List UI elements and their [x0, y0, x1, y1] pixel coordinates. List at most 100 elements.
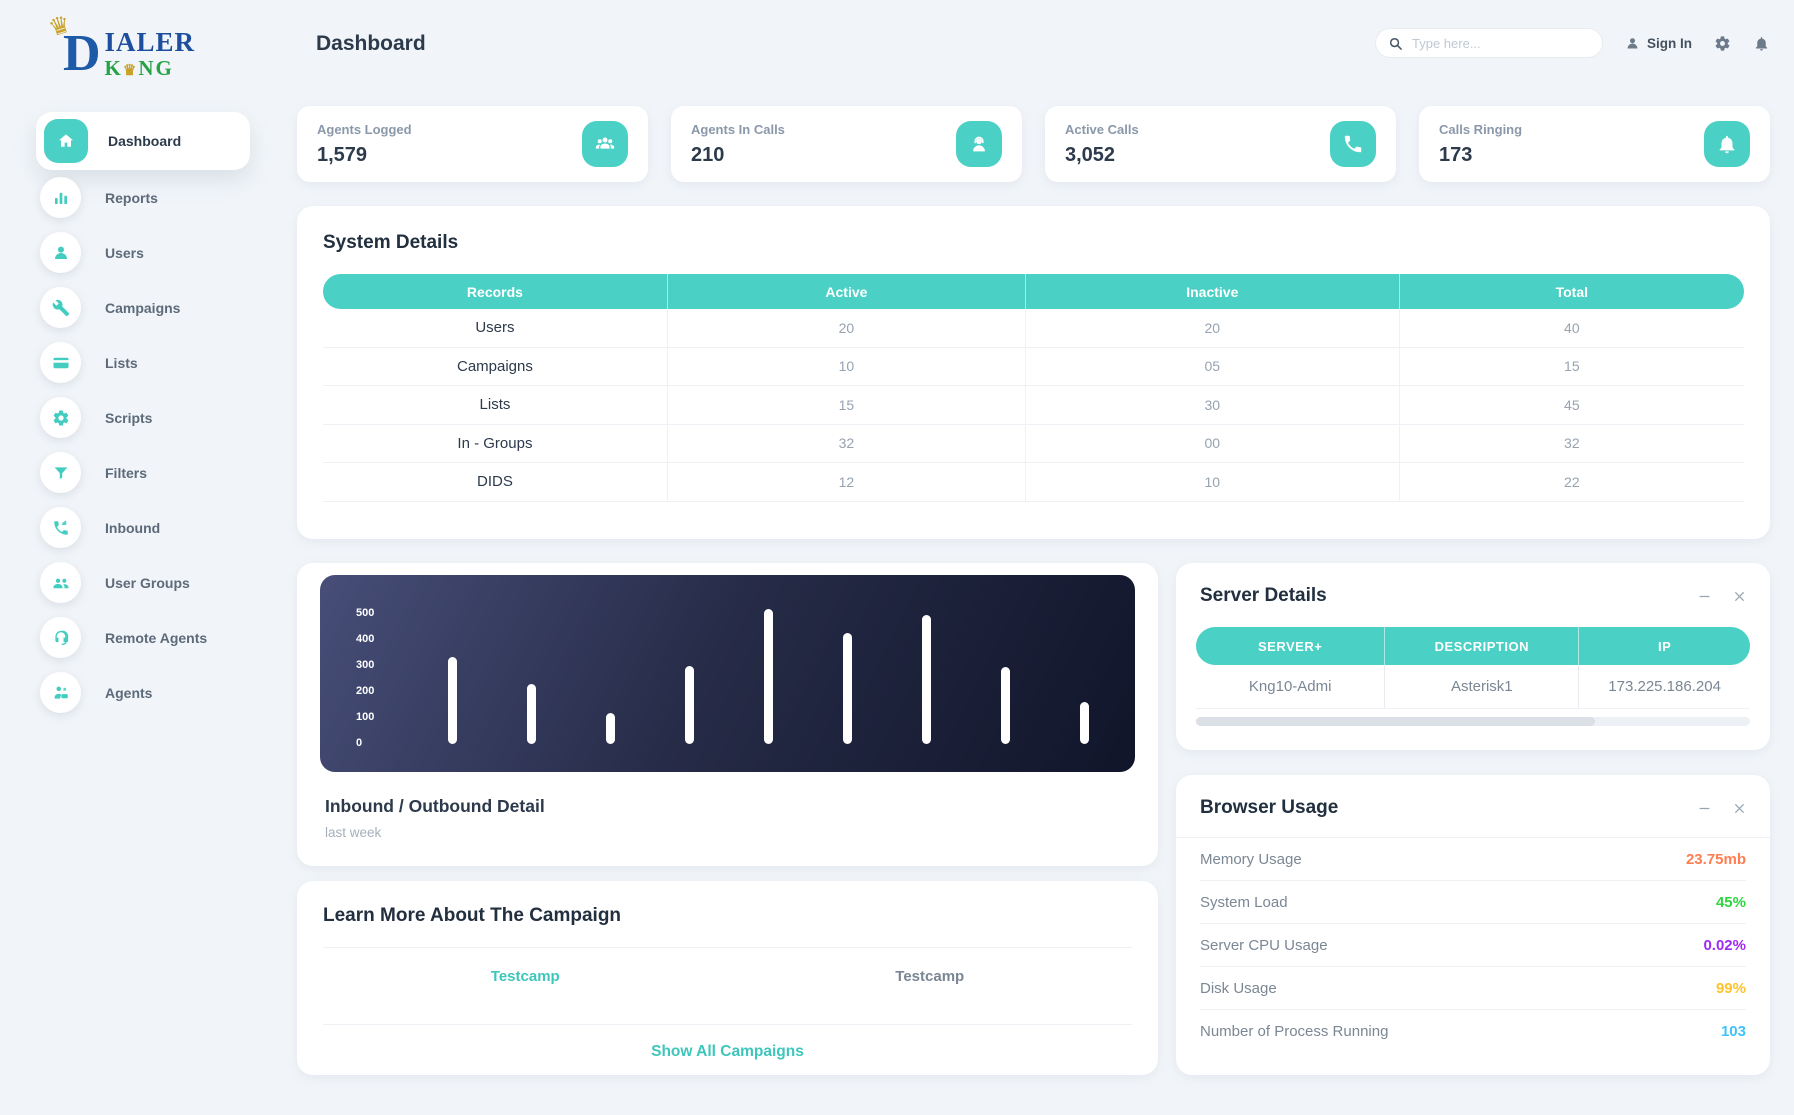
headset-icon [40, 617, 81, 658]
campaign-link[interactable]: Testcamp [323, 968, 728, 985]
column-header: Active [666, 274, 1025, 309]
column-header: SERVER+ [1196, 627, 1385, 665]
metric-label: Server CPU Usage [1200, 936, 1328, 954]
stat-card-calls-ringing: Calls Ringing 173 [1419, 106, 1770, 182]
home-icon [44, 119, 88, 163]
list-item: Number of Process Running 103 [1200, 1010, 1746, 1053]
cell-inactive: 10 [1024, 463, 1399, 501]
user-group-icon [40, 562, 81, 603]
logo-king-text: K♛NG [104, 56, 174, 80]
browser-usage-title: Browser Usage [1200, 797, 1339, 818]
sidebar-item-dashboard[interactable]: Dashboard [36, 112, 250, 170]
cell-ip: 173.225.186.204 [1578, 665, 1750, 708]
stat-value: 1,579 [317, 143, 368, 166]
show-all-campaigns-link[interactable]: Show All Campaigns [323, 1025, 1132, 1079]
table-row: In - Groups 32 00 32 [323, 424, 1744, 463]
server-details-card: Server Details SERVER+ DESCRIPTION IP Kn… [1176, 563, 1770, 750]
table-row: Users 20 20 40 [323, 309, 1744, 348]
metric-value: 99% [1715, 979, 1746, 997]
stat-label: Agents Logged [317, 121, 412, 137]
metric-value: 0.02% [1703, 936, 1746, 954]
notifications-bell-icon[interactable] [1753, 35, 1770, 52]
chart-bar [922, 615, 931, 744]
sidebar-nav: Dashboard Reports Users Campaigns Lists [0, 112, 258, 720]
y-axis-tick: 200 [356, 685, 375, 697]
search-input[interactable] [1412, 35, 1590, 51]
sidebar-item-label: Reports [105, 189, 158, 206]
sidebar-item-inbound[interactable]: Inbound [0, 500, 258, 555]
y-axis-tick: 100 [356, 711, 375, 723]
person-icon [1627, 37, 1638, 48]
column-header: Total [1398, 274, 1744, 309]
sidebar-item-filters[interactable]: Filters [0, 445, 258, 500]
cell-inactive: 20 [1024, 309, 1399, 347]
campaign-link[interactable]: Testcamp [728, 968, 1133, 985]
sidebar-item-label: Campaigns [105, 299, 181, 316]
stat-value: 173 [1439, 143, 1473, 166]
sign-in-button[interactable]: Sign In [1625, 36, 1692, 51]
sidebar-item-label: Inbound [105, 519, 161, 536]
app-logo[interactable]: ♛ D IALER K♛NG [34, 10, 224, 94]
sidebar-item-remote-agents[interactable]: Remote Agents [0, 610, 258, 665]
stat-card-agents-logged: Agents Logged 1,579 [297, 106, 648, 182]
scrollbar-thumb[interactable] [1196, 717, 1595, 726]
user-icon [40, 232, 81, 273]
cell-total: 40 [1398, 309, 1744, 347]
column-header: Records [323, 274, 667, 309]
sidebar-item-lists[interactable]: Lists [0, 335, 258, 390]
gear-code-icon [40, 397, 81, 438]
horizontal-scrollbar[interactable] [1196, 717, 1750, 726]
sidebar-item-reports[interactable]: Reports [0, 170, 258, 225]
list-item: Server CPU Usage 0.02% [1200, 924, 1746, 967]
sidebar-item-agents[interactable]: Agents [0, 665, 258, 720]
cell-active: 15 [666, 386, 1025, 424]
cell-active: 10 [666, 347, 1025, 385]
search-icon [1389, 37, 1402, 50]
y-axis-tick: 0 [356, 737, 363, 749]
sidebar-item-user-groups[interactable]: User Groups [0, 555, 258, 610]
agent-headset-icon [956, 121, 1002, 167]
sidebar-item-campaigns[interactable]: Campaigns [0, 280, 258, 335]
close-icon[interactable] [1733, 802, 1746, 815]
chart-title: Inbound / Outbound Detail [325, 796, 545, 816]
close-icon[interactable] [1733, 590, 1746, 603]
sidebar-item-label: Agents [105, 684, 153, 701]
top-header: Dashboard Sign In [258, 0, 1794, 86]
inbound-outbound-card: 500 400 300 200 100 0 Inbound / Outbound Deta… [297, 563, 1158, 866]
sidebar-item-scripts[interactable]: Scripts [0, 390, 258, 445]
cell-inactive: 05 [1024, 347, 1399, 385]
cell-description: Asterisk1 [1384, 665, 1578, 708]
minimize-icon[interactable] [1698, 802, 1711, 815]
chart-bar [527, 684, 536, 744]
list-item: Disk Usage 99% [1200, 967, 1746, 1010]
column-header: IP [1578, 627, 1750, 665]
chart-bar [606, 713, 615, 744]
stat-label: Agents In Calls [691, 121, 785, 137]
stat-card-active-calls: Active Calls 3,052 [1045, 106, 1396, 182]
chart-bar [448, 657, 457, 744]
cell-record: Users [475, 319, 515, 337]
y-axis-tick: 300 [356, 659, 375, 671]
chart-bar [1001, 667, 1010, 744]
filter-icon [40, 452, 81, 493]
table-row: DIDS 12 10 22 [323, 463, 1744, 502]
cell-server: Kng10-Admi [1248, 678, 1332, 695]
browser-usage-list: Memory Usage 23.75mb System Load 45% Ser… [1176, 838, 1770, 1053]
search-box [1375, 28, 1603, 58]
metric-label: Memory Usage [1200, 850, 1302, 868]
cell-inactive: 00 [1024, 424, 1399, 462]
cell-inactive: 30 [1024, 386, 1399, 424]
system-details-card: System Details Records Active Inactive T… [297, 206, 1770, 539]
y-axis-tick: 500 [356, 607, 375, 619]
table-row: Kng10-Admi Asterisk1 173.225.186.204 [1196, 665, 1750, 709]
sidebar-item-label: Lists [105, 354, 138, 371]
system-details-table: Records Active Inactive Total Users 20 2… [323, 274, 1744, 502]
settings-gear-icon[interactable] [1714, 35, 1731, 52]
chart-bar [843, 633, 852, 744]
wrench-icon [40, 287, 81, 328]
minimize-icon[interactable] [1698, 590, 1711, 603]
metric-label: Disk Usage [1200, 979, 1277, 997]
server-table: SERVER+ DESCRIPTION IP Kng10-Admi Asteri… [1196, 627, 1750, 709]
sidebar-item-users[interactable]: Users [0, 225, 258, 280]
chart-bars [448, 609, 1089, 744]
